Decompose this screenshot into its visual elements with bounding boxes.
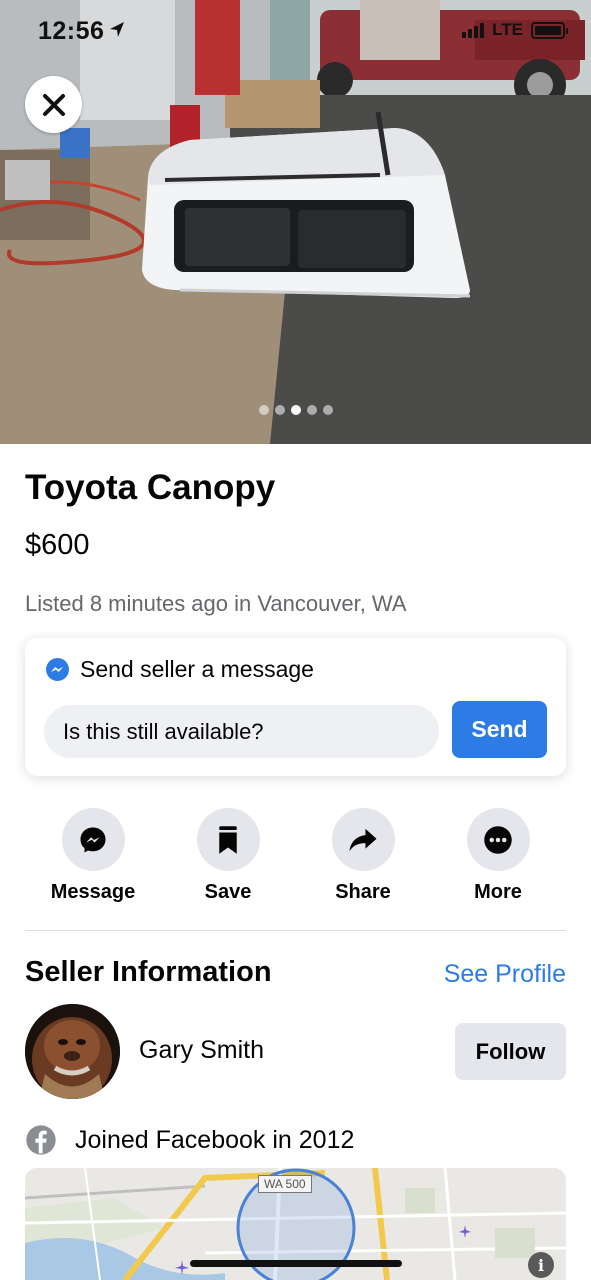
messenger-icon xyxy=(46,658,69,681)
gallery-dot[interactable] xyxy=(274,405,285,415)
share-action-button[interactable]: Share xyxy=(308,808,418,904)
gallery-dot[interactable] xyxy=(290,405,301,415)
map-info-button[interactable]: i xyxy=(528,1252,554,1278)
send-message-card: Send seller a message Send xyxy=(25,638,566,776)
status-bar: 12:56 LTE xyxy=(0,0,591,62)
signal-icon xyxy=(462,22,485,38)
message-action-button[interactable]: Message xyxy=(38,808,148,904)
more-dots-icon xyxy=(484,825,512,854)
gallery-dot[interactable] xyxy=(258,405,269,415)
gallery-dot[interactable] xyxy=(306,405,317,415)
follow-button[interactable]: Follow xyxy=(455,1023,566,1080)
canopy-photo-image xyxy=(0,0,591,444)
bookmark-icon xyxy=(219,825,237,854)
network-type: LTE xyxy=(492,20,523,39)
listing-meta: Listed 8 minutes ago in Vancouver, WA xyxy=(25,591,407,616)
more-action-circle xyxy=(466,808,530,871)
seller-name[interactable]: Gary Smith xyxy=(139,1036,264,1065)
section-divider xyxy=(25,930,566,931)
share-arrow-icon xyxy=(349,828,377,851)
joined-text: Joined Facebook in 2012 xyxy=(75,1125,355,1154)
share-action-circle xyxy=(331,808,395,871)
seller-avatar-image xyxy=(25,1004,120,1099)
listing-price: $600 xyxy=(25,529,90,561)
send-button[interactable]: Send xyxy=(452,701,547,758)
map-road-label: WA 500 xyxy=(258,1175,312,1193)
save-action-circle xyxy=(196,808,260,871)
status-indicators: LTE xyxy=(462,20,568,40)
save-action-label: Save xyxy=(204,881,252,903)
close-button[interactable] xyxy=(25,76,82,133)
message-card-heading: Send seller a message xyxy=(80,656,314,682)
battery-icon xyxy=(531,21,568,39)
message-action-label: Message xyxy=(50,881,136,903)
message-input[interactable] xyxy=(44,705,439,758)
messenger-icon xyxy=(80,827,106,852)
status-time: 12:56 xyxy=(38,17,105,45)
action-bar: Message Save Share More xyxy=(25,808,566,908)
save-action-button[interactable]: Save xyxy=(173,808,283,904)
gallery-pagination[interactable] xyxy=(0,405,591,415)
share-action-label: Share xyxy=(335,881,391,903)
facebook-icon xyxy=(26,1125,56,1155)
message-card-header: Send seller a message xyxy=(45,656,314,683)
listing-title: Toyota Canopy xyxy=(25,468,276,507)
see-profile-link[interactable]: See Profile xyxy=(444,960,566,989)
more-action-label: More xyxy=(474,881,522,903)
more-action-button[interactable]: More xyxy=(443,808,553,904)
gallery-dot[interactable] xyxy=(322,405,333,415)
location-arrow-icon xyxy=(110,22,124,37)
home-indicator[interactable] xyxy=(190,1260,402,1267)
close-icon xyxy=(42,93,65,116)
joined-facebook-row: Joined Facebook in 2012 xyxy=(25,1124,354,1156)
seller-avatar[interactable] xyxy=(25,1004,120,1099)
seller-section-heading: Seller Information xyxy=(25,956,272,988)
message-action-circle xyxy=(61,808,125,871)
listing-photo[interactable]: 12:56 LTE xyxy=(0,0,591,444)
